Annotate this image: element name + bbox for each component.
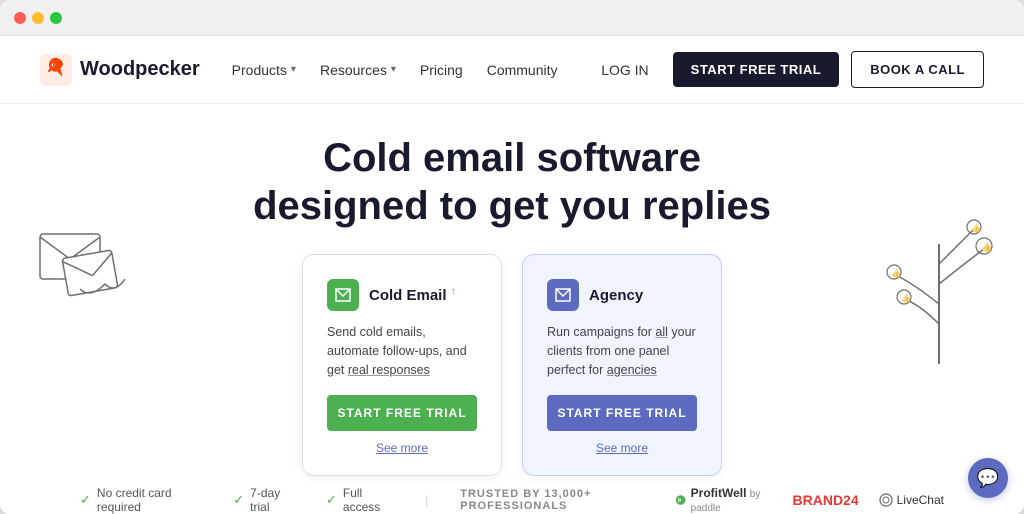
- agency-icon: [547, 279, 579, 311]
- brand24-logo: BRAND24: [793, 492, 859, 508]
- hero-section: 👍 👍 👍 👍 Cold email software designed to …: [0, 104, 1024, 514]
- minimize-button[interactable]: [32, 12, 44, 24]
- page-content: Woodpecker Products ▾ Resources ▾ Pricin…: [0, 36, 1024, 514]
- badge-no-credit-card: ✓ No credit card required: [80, 486, 201, 514]
- logo[interactable]: Woodpecker: [40, 54, 200, 86]
- browser-chrome: [0, 0, 1024, 36]
- svg-text:👍: 👍: [901, 293, 911, 303]
- agency-description: Run campaigns for all your clients from …: [547, 323, 697, 379]
- login-button[interactable]: LOG IN: [589, 54, 660, 86]
- cold-email-icon: [327, 279, 359, 311]
- agency-see-more-link[interactable]: See more: [547, 441, 697, 455]
- nav-products[interactable]: Products ▾: [232, 62, 296, 78]
- deco-tree-illustration: 👍 👍 👍 👍: [874, 184, 1004, 384]
- product-cards: Cold Email ↑ Send cold emails, automate …: [302, 254, 722, 476]
- traffic-lights: [14, 12, 62, 24]
- svg-text:👍: 👍: [971, 223, 981, 233]
- hero-title: Cold email software designed to get you …: [253, 134, 771, 230]
- cold-email-badge: ↑: [451, 286, 456, 297]
- bottom-bar: ✓ No credit card required ✓ 7-day trial …: [40, 476, 984, 514]
- livechat-logo: LiveChat: [879, 493, 944, 507]
- chevron-down-icon: ▾: [391, 64, 396, 75]
- chat-bubble-button[interactable]: 💬: [968, 458, 1008, 498]
- nav-start-trial-button[interactable]: START FREE TRIAL: [673, 52, 840, 87]
- agency-title: Agency: [589, 287, 643, 304]
- svg-text:P: P: [678, 499, 682, 505]
- logo-text: Woodpecker: [80, 58, 200, 81]
- agency-trial-button[interactable]: START FREE TRIAL: [547, 395, 697, 431]
- close-button[interactable]: [14, 12, 26, 24]
- trusted-section: TRUSTED BY 13,000+ PROFESSIONALS P Profi…: [460, 486, 944, 514]
- check-icon: ✓: [326, 492, 337, 508]
- cold-email-description: Send cold emails, automate follow-ups, a…: [327, 323, 477, 379]
- check-icon: ✓: [80, 492, 91, 508]
- agency-card-header: Agency: [547, 279, 697, 311]
- browser-window: Woodpecker Products ▾ Resources ▾ Pricin…: [0, 0, 1024, 514]
- check-icon: ✓: [233, 492, 244, 508]
- nav-links: Products ▾ Resources ▾ Pricing Community: [232, 62, 590, 78]
- navbar: Woodpecker Products ▾ Resources ▾ Pricin…: [0, 36, 1024, 104]
- nav-resources[interactable]: Resources ▾: [320, 62, 396, 78]
- nav-community[interactable]: Community: [487, 62, 558, 78]
- book-call-button[interactable]: BOOK A CALL: [851, 51, 984, 88]
- profitwell-brand: P ProfitWell by paddle: [675, 486, 772, 514]
- svg-text:👍: 👍: [981, 241, 992, 252]
- badge-7-day-trial: ✓ 7-day trial: [233, 486, 294, 514]
- trusted-label: TRUSTED BY 13,000+ PROFESSIONALS: [460, 488, 655, 512]
- cold-email-card-header: Cold Email ↑: [327, 279, 477, 311]
- svg-text:👍: 👍: [891, 268, 901, 278]
- chat-icon: 💬: [977, 468, 999, 489]
- cold-email-title: Cold Email ↑: [369, 286, 456, 304]
- deco-envelope-illustration: [30, 204, 160, 324]
- agency-card: Agency Run campaigns for all your client…: [522, 254, 722, 476]
- chevron-down-icon: ▾: [291, 64, 296, 75]
- woodpecker-logo-icon: [40, 54, 72, 86]
- nav-actions: LOG IN START FREE TRIAL BOOK A CALL: [589, 51, 984, 88]
- cold-email-trial-button[interactable]: START FREE TRIAL: [327, 395, 477, 431]
- nav-pricing[interactable]: Pricing: [420, 62, 463, 78]
- badge-full-access: ✓ Full access: [326, 486, 393, 514]
- cold-email-see-more-link[interactable]: See more: [327, 441, 477, 455]
- cold-email-card: Cold Email ↑ Send cold emails, automate …: [302, 254, 502, 476]
- maximize-button[interactable]: [50, 12, 62, 24]
